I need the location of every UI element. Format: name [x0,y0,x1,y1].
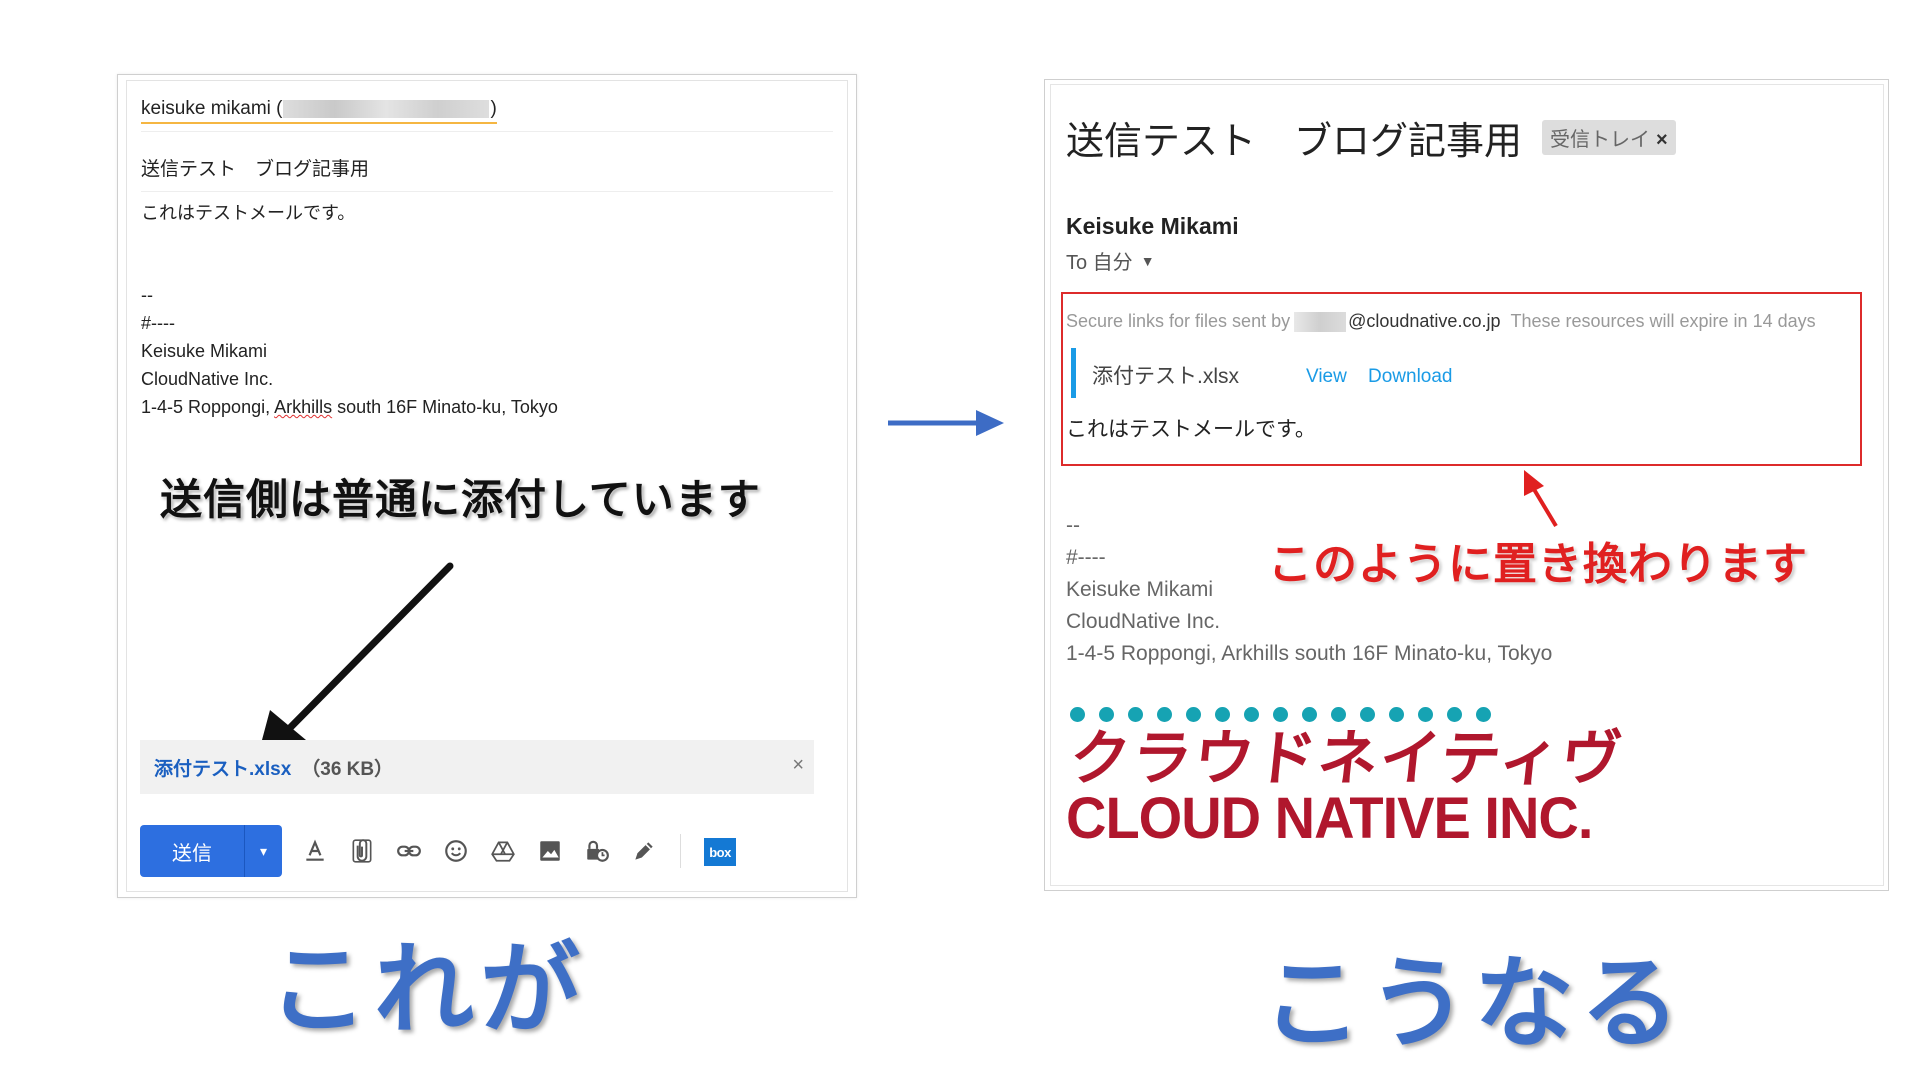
signature-line: -- [1066,514,1080,537]
attachment-size: （36 KB） [301,758,394,780]
sender-name: Keisuke Mikami [1066,213,1239,239]
subject-text: 送信テスト ブログ記事用 [141,158,370,180]
secure-links-header: Secure links for files sent by @cloudnati… [1066,311,1816,332]
attach-file-icon[interactable] [347,836,377,866]
attachment-name[interactable]: 添付テスト.xlsx [154,754,291,781]
remove-label-icon[interactable]: × [1656,129,1668,151]
logo-dots [1070,707,1491,722]
caption-before: これが [268,934,586,1046]
google-drive-icon[interactable] [488,836,518,866]
remove-attachment-icon[interactable]: × [792,754,804,777]
signature-line: -- [141,285,153,305]
redacted-email [283,99,490,118]
transition-arrow [888,410,1004,436]
mail-subject-text: 送信テスト ブログ記事用 [1066,121,1523,163]
secure-file-name: 添付テスト.xlsx [1092,365,1239,388]
sender-callout: 送信側は普通に添付しています [160,476,761,523]
redacted-sender [1294,311,1347,332]
inbox-label-chip[interactable]: 受信トレイ × [1542,120,1676,155]
company-logo-jp: クラウドネイティヴ [1066,725,1627,792]
to-field[interactable]: keisuke mikami () [141,91,833,132]
recipient-name: keisuke mikami ( [141,98,283,119]
message-body[interactable]: これはテストメールです。 [141,199,833,227]
file-accent-bar [1071,348,1076,398]
signature-line: CloudNative Inc. [1066,610,1221,633]
signature-line: Keisuke Mikami [1066,578,1214,601]
recipient-line: To 自分 ▼ [1066,246,1155,275]
signature-line: #---- [141,313,175,333]
recipient-chip[interactable]: keisuke mikami () [141,98,497,124]
company-logo-en: CLOUD NATIVE INC. [1066,784,1593,851]
signature-address: 1-4-5 Roppongi, Arkhills south 16F Minat… [141,397,558,417]
secure-prefix: Secure links for files sent by [1066,311,1291,331]
recipient-details-chevron-icon[interactable]: ▼ [1141,253,1155,269]
recipient-close-paren: ) [490,98,497,119]
send-button[interactable]: 送信 ▾ [140,825,282,877]
box-icon[interactable]: box [704,838,736,866]
signature-line: Keisuke Mikami [141,341,268,361]
download-link[interactable]: Download [1368,366,1453,388]
signature-line: 1-4-5 Roppongi, Arkhills south 16F Minat… [1066,642,1553,665]
recipient-text: To 自分 [1066,252,1133,274]
view-link[interactable]: View [1306,366,1347,388]
emoji-icon[interactable] [441,836,471,866]
mail-signature: -- #---- Keisuke Mikami CloudNative Inc.… [1066,510,1552,670]
insert-photo-icon[interactable] [535,836,565,866]
toolbar-divider [680,834,681,868]
signature-line: CloudNative Inc. [141,369,274,389]
secure-expiry: These resources will expire in 14 days [1510,311,1816,331]
subject-field[interactable]: 送信テスト ブログ記事用 [141,143,833,192]
attachment-chip[interactable]: 添付テスト.xlsx （36 KB） × [140,740,814,794]
inbox-label-text: 受信トレイ [1550,129,1651,151]
mail-body: これはテストメールです。 [1066,418,1316,441]
signature-pen-icon[interactable] [629,836,659,866]
spellcheck-word[interactable]: Arkhills [274,397,332,417]
mail-subject: 送信テスト ブログ記事用 受信トレイ × [1066,110,1676,165]
insert-link-icon[interactable] [394,836,424,866]
send-options-chevron-icon[interactable]: ▾ [245,825,282,877]
signature-line: #---- [1066,546,1106,569]
secure-domain: @cloudnative.co.jp [1348,311,1501,331]
signature-block[interactable]: -- #---- Keisuke Mikami CloudNative Inc.… [141,281,833,421]
format-text-icon[interactable] [300,836,330,866]
send-button-label[interactable]: 送信 [140,825,245,877]
confidential-mode-icon[interactable] [582,836,612,866]
caption-after: こうなる [1262,948,1686,1060]
